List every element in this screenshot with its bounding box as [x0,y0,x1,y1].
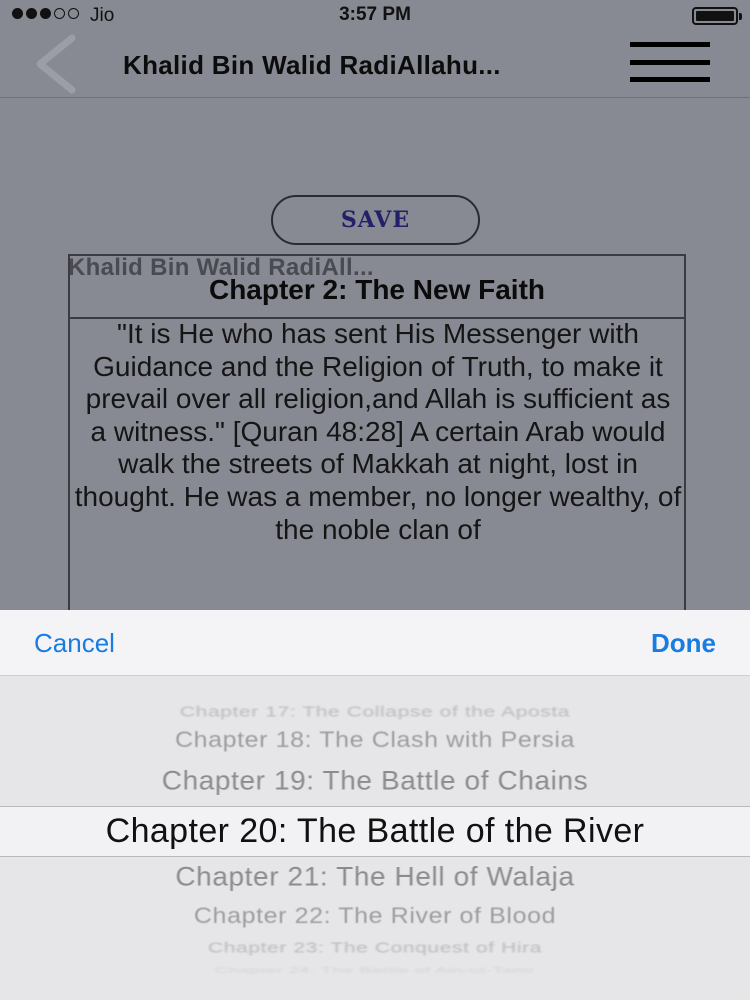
picker-option[interactable]: Chapter 19: The Battle of Chains [0,766,750,797]
status-bar: Jio 3:57 PM [0,0,750,30]
page-title: Khalid Bin Walid RadiAllahu... [123,50,501,80]
picker-option[interactable]: Chapter 21: The Hell of Walaja [0,862,750,893]
chapter-title: Chapter 2: The New Faith [208,274,546,305]
status-time: 3:57 PM [339,4,411,25]
picker-option[interactable]: Chapter 23: The Conquest of Hira [0,939,750,956]
picker-option[interactable]: Chapter 17: The Collapse of the Aposta [0,703,750,720]
battery-level [696,11,734,21]
done-button[interactable]: Done [651,628,716,659]
cancel-button[interactable]: Cancel [34,628,115,659]
picker-option[interactable]: Chapter 18: The Clash with Persia [0,728,750,754]
navigation-bar: Khalid Bin Walid RadiAllahu... [0,30,750,98]
battery-icon [692,7,742,25]
menu-button[interactable] [630,42,710,82]
chapter-text[interactable]: "It is He who has sent His Messenger wit… [74,318,682,546]
picker-option-selected[interactable]: Chapter 20: The Battle of the River [0,812,750,851]
back-button[interactable] [28,30,88,98]
save-button[interactable]: SAVE [271,195,480,245]
picker-option[interactable]: Chapter 22: The River of Blood [0,904,750,930]
picker-option[interactable]: Chapter 24: The Battle of Ain-ut-Tamr [0,966,750,975]
chapter-picker-wheel[interactable]: Chapter 16: The Apostasy CampaignChapter… [0,676,750,1000]
picker-toolbar: Cancel Done [0,610,750,676]
chevron-left-icon [36,34,76,94]
hamburger-menu-icon [630,42,710,47]
save-button-label: SAVE [340,207,411,233]
